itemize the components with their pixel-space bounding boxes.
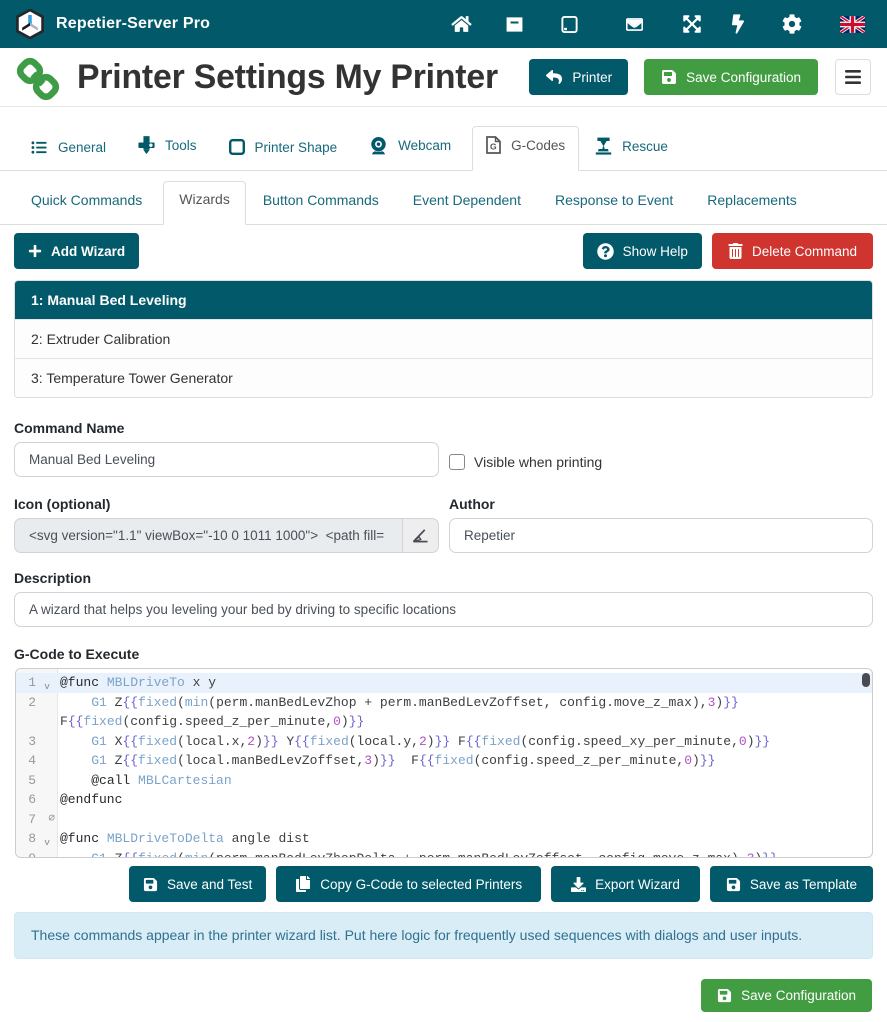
svg-text:G: G xyxy=(490,141,497,151)
